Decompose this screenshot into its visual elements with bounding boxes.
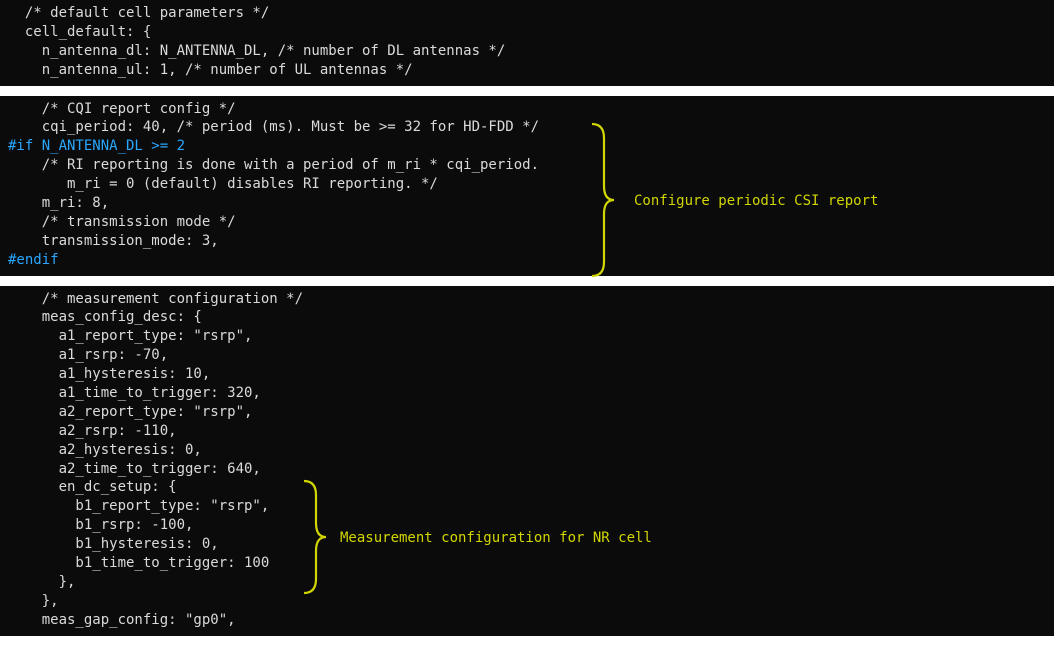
code-line-preproc: #endif [0, 251, 1054, 270]
code-line: /* RI reporting is done with a period of… [0, 156, 1054, 175]
code-line: a1_rsrp: -70, [0, 346, 1054, 365]
code-line: a1_time_to_trigger: 320, [0, 384, 1054, 403]
code-line: m_ri = 0 (default) disables RI reporting… [0, 175, 1054, 194]
code-line: }, [0, 573, 1054, 592]
code-line: a2_rsrp: -110, [0, 422, 1054, 441]
block-separator [0, 86, 1054, 96]
code-line: transmission_mode: 3, [0, 232, 1054, 251]
code-line: m_ri: 8, [0, 194, 1054, 213]
code-line: b1_time_to_trigger: 100 [0, 554, 1054, 573]
annotation-csi: Configure periodic CSI report [634, 192, 878, 211]
code-block-3: /* measurement configuration */ meas_con… [0, 286, 1054, 636]
code-line: a2_report_type: "rsrp", [0, 403, 1054, 422]
code-line: meas_config_desc: { [0, 308, 1054, 327]
code-line: }, [0, 592, 1054, 611]
code-line: /* measurement configuration */ [0, 290, 1054, 309]
code-line: a1_hysteresis: 10, [0, 365, 1054, 384]
code-line: n_antenna_dl: N_ANTENNA_DL, /* number of… [0, 42, 1054, 61]
annotation-meas: Measurement configuration for NR cell [340, 529, 652, 548]
code-block-1: /* default cell parameters */ cell_defau… [0, 0, 1054, 86]
code-line: n_antenna_ul: 1, /* number of UL antenna… [0, 61, 1054, 80]
brace-icon [590, 124, 614, 276]
code-line: en_dc_setup: { [0, 478, 1054, 497]
code-line: meas_gap_config: "gp0", [0, 611, 1054, 630]
code-line: /* CQI report config */ [0, 100, 1054, 119]
code-line: cell_default: { [0, 23, 1054, 42]
code-line: b1_report_type: "rsrp", [0, 497, 1054, 516]
code-line: /* default cell parameters */ [0, 4, 1054, 23]
code-block-2: /* CQI report config */ cqi_period: 40, … [0, 96, 1054, 276]
code-line: a1_report_type: "rsrp", [0, 327, 1054, 346]
code-line: cqi_period: 40, /* period (ms). Must be … [0, 118, 1054, 137]
code-line: /* transmission mode */ [0, 213, 1054, 232]
block-separator [0, 276, 1054, 286]
code-line: a2_time_to_trigger: 640, [0, 460, 1054, 479]
code-line: a2_hysteresis: 0, [0, 441, 1054, 460]
code-line-preproc: #if N_ANTENNA_DL >= 2 [0, 137, 1054, 156]
brace-icon [302, 481, 326, 593]
